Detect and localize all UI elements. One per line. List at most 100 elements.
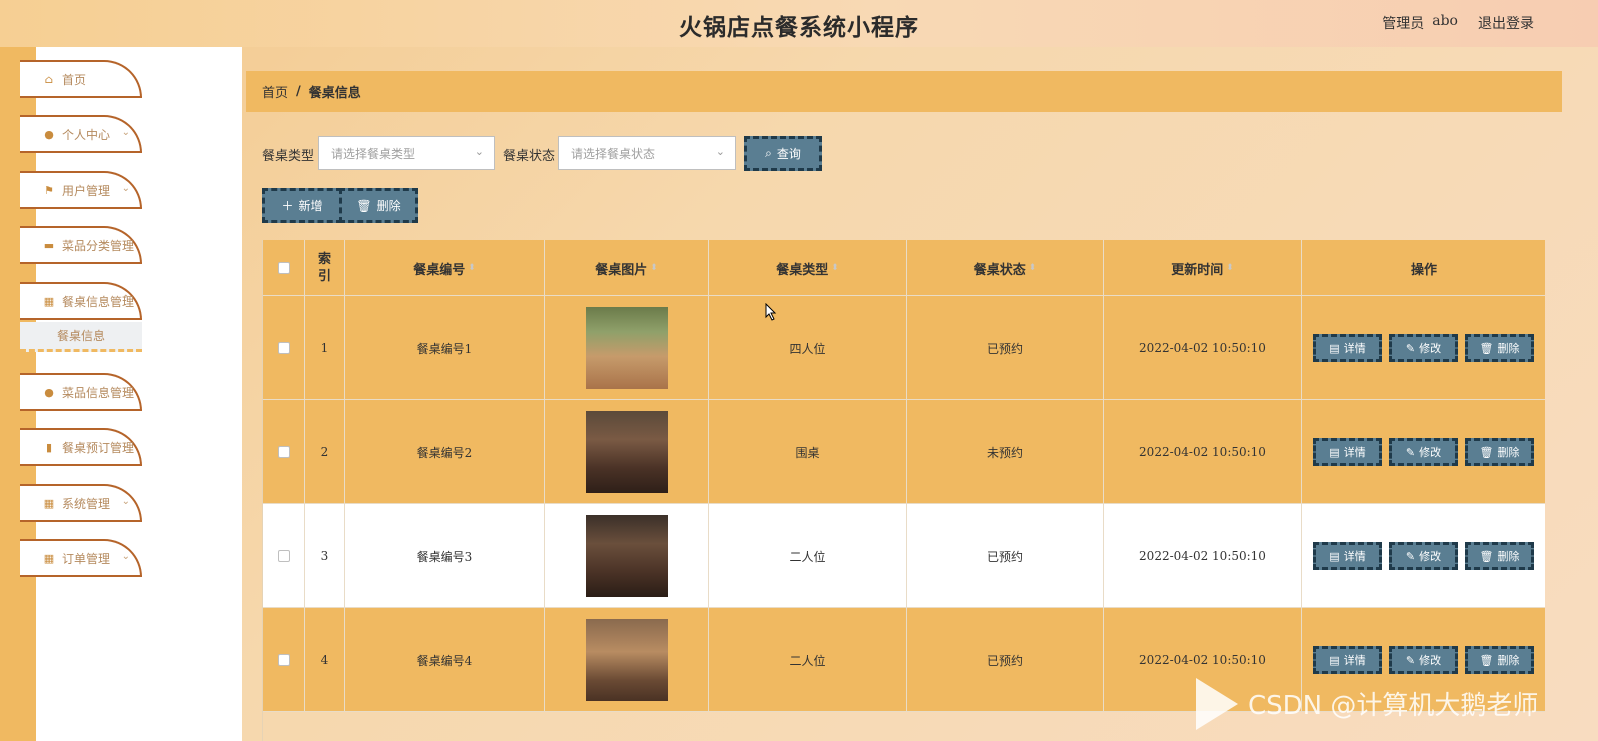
trash-icon: 🗑	[356, 198, 372, 213]
sidebar-item-label: 首页	[62, 72, 87, 87]
row-checkbox[interactable]	[277, 446, 290, 458]
flag-icon: ⚑	[44, 183, 54, 197]
user-info: 管理员 abo	[1382, 13, 1458, 33]
row-checkbox[interactable]	[277, 550, 290, 562]
edit-button[interactable]: ✎ 修改	[1389, 542, 1458, 570]
table-status-placeholder: 请选择餐桌状态	[571, 146, 656, 161]
top-header: 火锅店点餐系统小程序 管理员 abo 退出登录	[0, 0, 1598, 47]
location-icon: ●	[44, 385, 54, 399]
cell-text: 二人位	[789, 549, 826, 564]
detail-icon: ▤	[1329, 445, 1340, 459]
select-all-checkbox[interactable]	[277, 262, 290, 274]
add-label: 新增	[298, 199, 323, 213]
chevron-down-icon: ⌄	[121, 127, 130, 138]
breadcrumb-current: 餐桌信息	[308, 86, 361, 101]
header-label: 操作	[1410, 262, 1437, 278]
sidebar-item-orders[interactable]: ▦ 订单管理 ⌄	[20, 539, 142, 577]
cell-code: 餐桌编号4	[345, 608, 545, 712]
apps-icon: ▦	[43, 551, 55, 565]
row-checkbox[interactable]	[277, 342, 290, 354]
header-type[interactable]: 餐桌类型 ⬍	[709, 240, 907, 296]
sidebar-item-personal[interactable]: ● 个人中心 ⌄	[20, 115, 142, 153]
cell-text: 2022-04-02 10:50:10	[1139, 445, 1266, 459]
watermark-text: CSDN @计算机大鹅老师	[1248, 691, 1539, 721]
table-type-placeholder: 请选择餐桌类型	[331, 146, 416, 161]
cell-text: 未预约	[986, 445, 1023, 460]
submenu-item-table-info[interactable]: 餐桌信息	[20, 322, 142, 352]
sort-icon: ⬍	[650, 263, 658, 273]
csdn-watermark: CSDN @计算机大鹅老师	[1188, 666, 1598, 741]
chevron-up-icon: ⌃	[121, 294, 130, 305]
header-image[interactable]: 餐桌图片 ⬍	[545, 240, 709, 296]
chevron-down-icon: ⌄	[121, 183, 130, 194]
cell-index: 1	[305, 296, 345, 400]
cell-image	[545, 400, 709, 504]
breadcrumb: 首页 / 餐桌信息	[246, 71, 1562, 112]
cell-text: 四人位	[789, 341, 826, 356]
table-photo	[585, 515, 668, 597]
cell-image	[545, 504, 709, 608]
cell-index: 2	[305, 400, 345, 504]
sidebar-item-users[interactable]: ⚑ 用户管理 ⌄	[20, 171, 142, 209]
mouse-cursor-icon	[765, 302, 777, 325]
header-label: 餐桌图片	[595, 262, 648, 278]
add-button[interactable]: ＋ 新增	[262, 188, 342, 223]
trash-icon: 🗑	[1479, 653, 1494, 667]
table-row: 2 餐桌编号2 围桌 未预约 2022-04-02 10:50:10 ▤ 详情 ✎ 修改 🗑 删除	[263, 400, 1545, 504]
chevron-down-icon: ⌄	[121, 385, 130, 396]
cell-status: 未预约	[907, 400, 1104, 504]
batch-delete-button[interactable]: 🗑 删除	[339, 188, 418, 223]
table-type-select[interactable]: 请选择餐桌类型 ⌄	[318, 136, 495, 170]
edit-icon: ✎	[1405, 549, 1416, 563]
edit-label: 修改	[1419, 550, 1442, 563]
edit-label: 修改	[1419, 446, 1442, 459]
home-icon: ⌂	[44, 72, 54, 86]
chat-icon: ▬	[43, 238, 55, 252]
header-updated[interactable]: 更新时间 ⬍	[1104, 240, 1302, 296]
cell-text: 餐桌编号2	[416, 445, 473, 460]
cell-text: 2022-04-02 10:50:10	[1139, 341, 1266, 355]
delete-button[interactable]: 🗑 删除	[1465, 438, 1534, 466]
detail-button[interactable]: ▤ 详情	[1313, 438, 1382, 466]
detail-button[interactable]: ▤ 详情	[1313, 542, 1382, 570]
sort-icon: ⬍	[831, 263, 839, 273]
cell-type: 围桌	[709, 400, 907, 504]
cell-type: 二人位	[709, 504, 907, 608]
table-type-label: 餐桌类型	[262, 149, 315, 164]
logout-link[interactable]: 退出登录	[1478, 13, 1534, 33]
sidebar-item-table-info[interactable]: ▦ 餐桌信息管理 ⌃	[20, 282, 142, 320]
delete-button[interactable]: 🗑 删除	[1465, 334, 1534, 362]
cell-select	[263, 400, 305, 504]
cell-time: 2022-04-02 10:50:10	[1104, 504, 1302, 608]
header-status[interactable]: 餐桌状态 ⬍	[907, 240, 1104, 296]
delete-button[interactable]: 🗑 删除	[1465, 542, 1534, 570]
edit-button[interactable]: ✎ 修改	[1389, 438, 1458, 466]
cell-text: 餐桌编号4	[416, 653, 473, 668]
edit-button[interactable]: ✎ 修改	[1389, 334, 1458, 362]
query-button[interactable]: ⌕ 查询	[744, 136, 822, 171]
detail-icon: ▤	[1329, 549, 1340, 563]
detail-button[interactable]: ▤ 详情	[1313, 334, 1382, 362]
edit-icon: ✎	[1405, 341, 1416, 355]
sidebar-item-system[interactable]: ▦ 系统管理 ⌄	[20, 484, 142, 522]
sidebar-item-booking[interactable]: ▮ 餐桌预订管理 ⌄	[20, 428, 142, 466]
apps-icon: ▦	[43, 496, 55, 510]
cell-text: 围桌	[795, 445, 820, 460]
table-row: 3 餐桌编号3 二人位 已预约 2022-04-02 10:50:10 ▤ 详情 ✎ 修改 🗑 删除	[263, 504, 1545, 608]
table-status-select[interactable]: 请选择餐桌状态 ⌄	[558, 136, 736, 170]
sort-icon: ⬍	[1226, 263, 1234, 273]
sidebar-item-home[interactable]: ⌂ 首页	[20, 60, 142, 98]
edit-icon: ✎	[1405, 653, 1416, 667]
cell-text: 1	[320, 341, 329, 355]
delete-label: 删除	[1497, 446, 1520, 459]
detail-icon: ▤	[1329, 653, 1340, 667]
breadcrumb-home[interactable]: 首页	[262, 82, 288, 101]
sidebar-item-dish-info[interactable]: ● 菜品信息管理 ⌄	[20, 373, 142, 411]
sidebar-item-dish-category[interactable]: ▬ 菜品分类管理 ⌄	[20, 226, 142, 264]
header-code[interactable]: 餐桌编号 ⬍	[345, 240, 545, 296]
cell-code: 餐桌编号2	[345, 400, 545, 504]
cell-text: 2	[320, 445, 329, 459]
sort-icon: ⬍	[1028, 263, 1037, 273]
row-checkbox[interactable]	[277, 654, 290, 666]
cell-text: 2022-04-02 10:50:10	[1139, 549, 1266, 563]
